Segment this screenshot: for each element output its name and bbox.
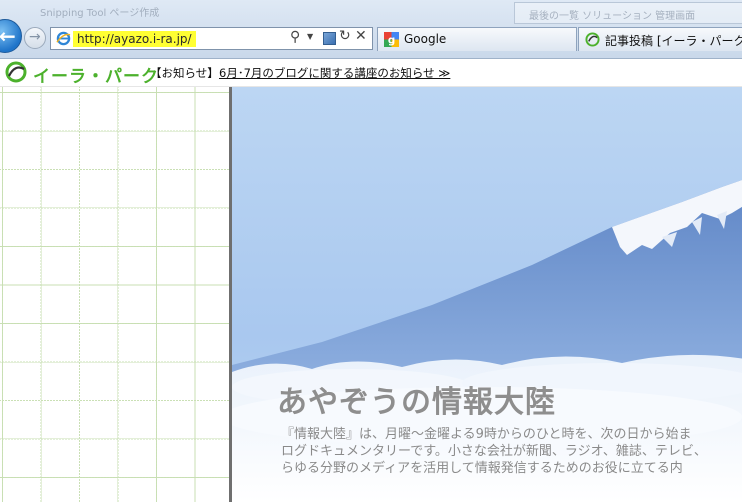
background-window-title: Snipping Tool ページ作成 — [40, 8, 160, 19]
url-text[interactable]: http://ayazo.i-ra.jp/ — [73, 31, 196, 47]
site-logo-icon — [5, 61, 27, 83]
site-logo-text: イーラ・パーク — [33, 67, 159, 87]
site-logo[interactable]: イーラ・パーク — [5, 61, 158, 87]
tab-google[interactable]: g Google — [377, 27, 577, 51]
grid-background-panel — [0, 87, 231, 502]
ie-page-icon — [56, 31, 71, 46]
back-button[interactable]: ← — [0, 19, 22, 53]
compatibility-view-icon[interactable] — [323, 32, 336, 45]
back-arrow-icon: ← — [0, 24, 16, 48]
dropdown-icon[interactable]: ▼ — [307, 32, 313, 41]
tab-label: 記事投稿 [イーラ・パーク — [605, 34, 742, 48]
site-favicon-icon — [585, 32, 600, 47]
hero-banner: あやぞうの情報大陸 『情報大陸』は、月曜～金曜よる9時からのひと時を、次の日から… — [229, 87, 742, 502]
hero-description-line: らゆる分野のメディアを活用して情報発信するためのお役に立てる内 — [281, 461, 683, 476]
google-favicon-icon: g — [384, 32, 399, 47]
browser-chrome: Snipping Tool ページ作成 最後の一覧 ソリューション 管理画面 ←… — [0, 0, 742, 59]
tab-label: Google — [404, 32, 447, 46]
background-window-tab[interactable]: 最後の一覧 ソリューション 管理画面 — [514, 2, 742, 24]
tab-post-article[interactable]: 記事投稿 [イーラ・パーク — [578, 27, 742, 51]
title-strip: Snipping Tool ページ作成 最後の一覧 ソリューション 管理画面 — [0, 0, 742, 24]
address-bar[interactable]: http://ayazo.i-ra.jp/ ⚲ ▼ ↻ ✕ — [50, 27, 373, 50]
notice-label: 【お知らせ】 — [150, 66, 219, 80]
forward-button[interactable]: → — [24, 27, 46, 49]
notice-link[interactable]: 6月･7月のブログに関する講座のお知らせ ≫ — [219, 65, 450, 81]
search-icon[interactable]: ⚲ — [290, 29, 300, 45]
refresh-icon[interactable]: ↻ — [339, 28, 351, 44]
svg-text:g: g — [388, 35, 395, 47]
site-header: イーラ・パーク 【お知らせ】 6月･7月のブログに関する講座のお知らせ ≫ — [0, 59, 742, 87]
forward-arrow-icon: → — [29, 29, 41, 45]
background-window-title-right: 最後の一覧 ソリューション 管理画面 — [529, 11, 696, 22]
stop-icon[interactable]: ✕ — [355, 28, 367, 44]
hero-title: あやぞうの情報大陸 — [277, 385, 556, 420]
